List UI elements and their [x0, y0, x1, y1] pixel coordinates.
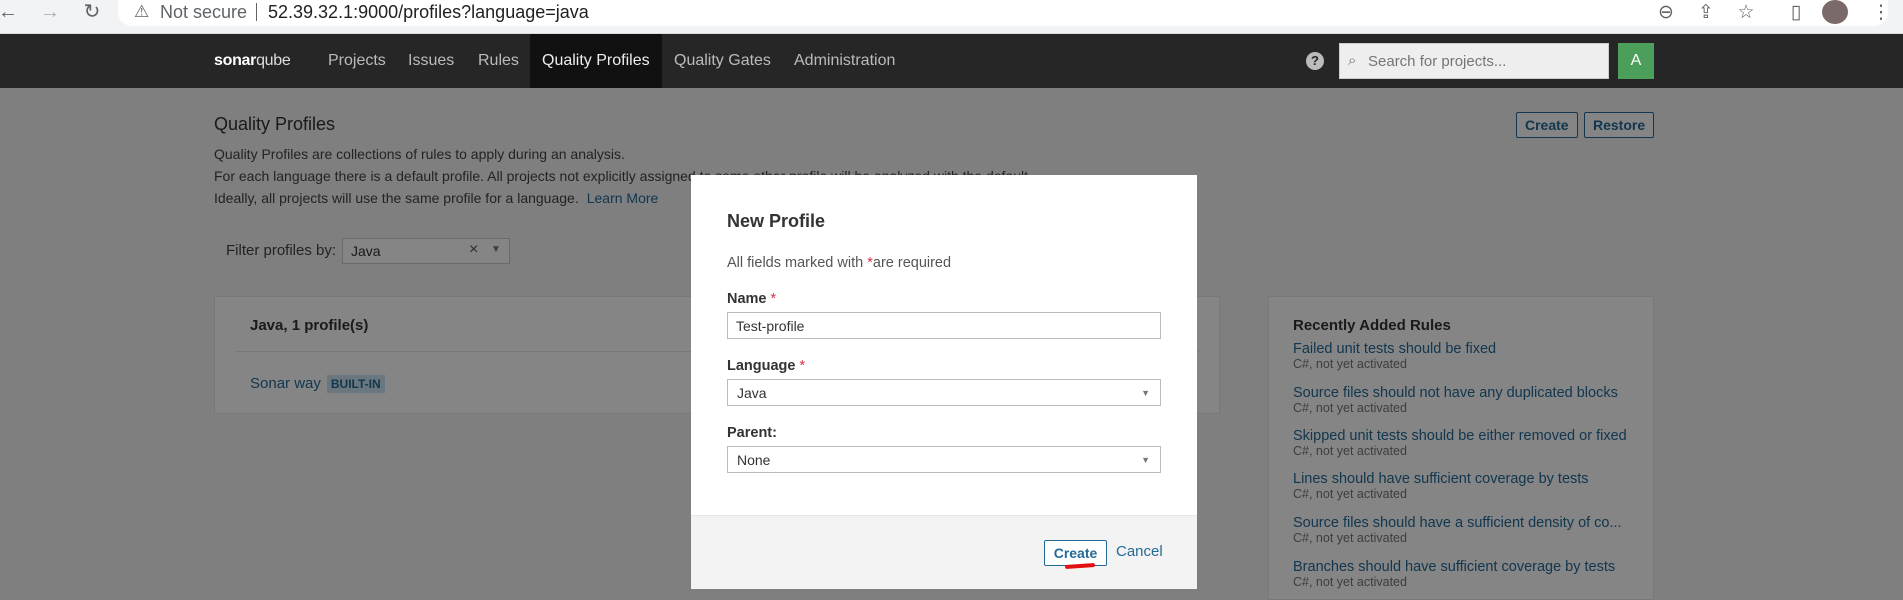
- url-text[interactable]: 52.39.32.1:9000/profiles?language=java: [268, 2, 589, 23]
- address-bar[interactable]: ⚠ Not secure 52.39.32.1:9000/profiles?la…: [118, 0, 1888, 26]
- security-status[interactable]: Not secure: [160, 2, 247, 23]
- main-navbar: sonarqube Projects Issues Rules Quality …: [0, 34, 1903, 88]
- logo-light-text: qube: [256, 52, 291, 69]
- logo-bold-text: sonar: [214, 52, 257, 69]
- name-label: Name *: [727, 291, 776, 307]
- chevron-down-icon: ▼: [1141, 388, 1150, 398]
- language-label: Language *: [727, 358, 805, 374]
- create-button-label: Create: [1053, 545, 1098, 561]
- warning-icon: ⚠: [134, 2, 150, 21]
- new-profile-dialog: New Profile All fields marked with *are …: [691, 175, 1197, 589]
- side-panel-icon[interactable]: ▯: [1783, 1, 1809, 24]
- required-fields-note: All fields marked with *are required: [727, 255, 951, 271]
- reload-icon[interactable]: ↻: [78, 1, 106, 23]
- nav-quality-gates[interactable]: Quality Gates: [662, 34, 783, 88]
- language-label-text: Language: [727, 358, 796, 374]
- nav-issues[interactable]: Issues: [396, 34, 466, 88]
- parent-label: Parent:: [727, 425, 777, 441]
- address-separator: [256, 3, 257, 21]
- user-avatar[interactable]: A: [1618, 43, 1654, 79]
- parent-select[interactable]: None ▼: [727, 446, 1161, 473]
- forward-icon[interactable]: →: [36, 1, 64, 23]
- nav-projects[interactable]: Projects: [316, 34, 398, 88]
- browser-profile-avatar[interactable]: [1822, 0, 1848, 24]
- chevron-down-icon: ▼: [1141, 455, 1150, 465]
- share-icon[interactable]: ⇪: [1693, 1, 1719, 24]
- cancel-button[interactable]: Cancel: [1116, 543, 1163, 560]
- language-select-value: Java: [737, 385, 767, 401]
- search-input[interactable]: [1368, 44, 1604, 78]
- nav-rules[interactable]: Rules: [466, 34, 531, 88]
- sonarqube-logo[interactable]: sonarqube: [214, 52, 291, 70]
- dialog-footer: Create Cancel: [691, 515, 1197, 589]
- red-underline-annotation: [1064, 562, 1096, 570]
- profile-name-input[interactable]: [728, 313, 1160, 338]
- parent-select-value: None: [737, 452, 771, 468]
- dialog-title: New Profile: [727, 211, 826, 231]
- project-search[interactable]: ⌕: [1339, 43, 1609, 79]
- name-label-text: Name: [727, 291, 767, 307]
- name-required-star: *: [770, 291, 777, 307]
- bookmark-star-icon[interactable]: ☆: [1733, 1, 1759, 24]
- browser-menu-icon[interactable]: ⋮: [1868, 1, 1894, 24]
- back-icon[interactable]: ←: [0, 1, 22, 23]
- search-icon: ⌕: [1348, 52, 1357, 69]
- create-button[interactable]: Create: [1044, 540, 1107, 570]
- browser-toolbar: ← → ↻ ⚠ Not secure 52.39.32.1:9000/profi…: [0, 0, 1903, 34]
- language-required-star: *: [799, 358, 806, 374]
- profile-name-field[interactable]: [727, 312, 1161, 339]
- required-note-suffix: are required: [872, 255, 952, 271]
- help-icon[interactable]: ?: [1306, 52, 1324, 70]
- required-note-prefix: All fields marked with: [727, 255, 864, 271]
- nav-administration[interactable]: Administration: [782, 34, 907, 88]
- zoom-icon[interactable]: ⊖: [1653, 1, 1679, 24]
- language-select[interactable]: Java ▼: [727, 379, 1161, 406]
- nav-quality-profiles[interactable]: Quality Profiles: [530, 34, 662, 88]
